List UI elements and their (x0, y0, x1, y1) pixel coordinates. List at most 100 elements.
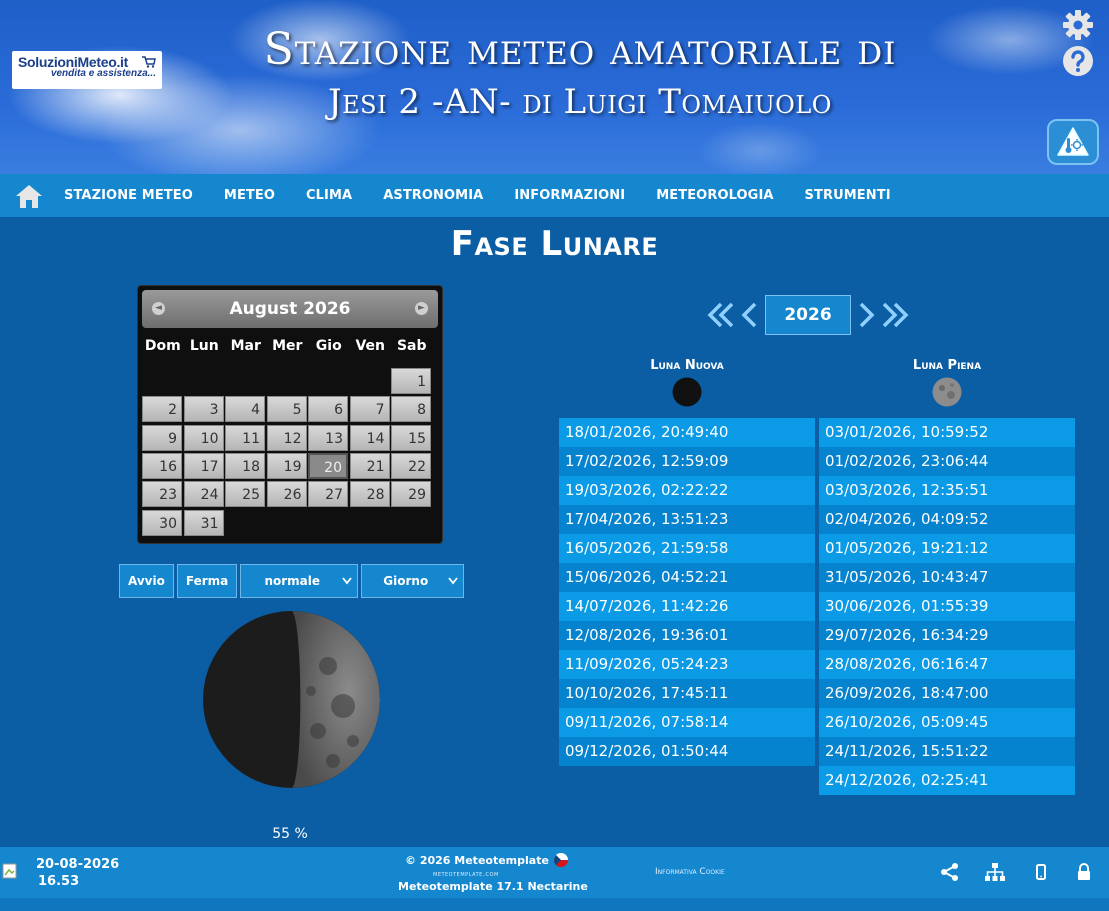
full-moon-date-row: 01/05/2026, 19:21:12 (819, 534, 1075, 563)
new-moon-date-row: 09/12/2026, 01:50:44 (559, 737, 815, 766)
nav-item-clima[interactable]: CLIMA (306, 188, 352, 203)
flag-icon (553, 853, 568, 867)
year-navigator: 2026 (705, 295, 911, 335)
full-moon-date-row: 28/08/2026, 06:16:47 (819, 650, 1075, 679)
calendar-day[interactable]: 18 (225, 452, 265, 479)
calendar-day[interactable]: 10 (183, 424, 224, 451)
step-select-value: Giorno (383, 574, 429, 588)
calendar-day[interactable]: 28 (349, 481, 390, 508)
calendar-day[interactable]: 12 (266, 424, 307, 451)
double-chevron-right-icon[interactable] (879, 299, 911, 331)
footer-strip (0, 898, 1109, 911)
home-icon[interactable] (14, 182, 44, 210)
help-icon[interactable] (1061, 44, 1095, 78)
stop-button[interactable]: Ferma (176, 564, 238, 598)
animation-controls: Avvio Ferma normale Giorno (119, 564, 465, 598)
double-chevron-left-icon[interactable] (705, 299, 737, 331)
new-moon-date-row: 11/09/2026, 05:24:23 (559, 650, 815, 679)
year-display: 2026 (765, 295, 851, 335)
footer-version: Meteotemplate 17.1 Nectarine (398, 880, 588, 893)
cookie-link[interactable]: Informativa Cookie (655, 867, 725, 877)
page-title: Fase Lunare (450, 224, 659, 264)
weekday-label: Dom (144, 338, 181, 354)
new-moon-date-row: 17/04/2026, 13:51:23 (559, 505, 815, 534)
calendar-day[interactable]: 31 (183, 509, 224, 536)
new-moon-icon (672, 377, 702, 407)
calendar-day[interactable]: 26 (266, 481, 307, 508)
calendar-day[interactable]: 17 (183, 452, 224, 479)
calendar-prev-icon[interactable]: ◄ (152, 302, 165, 315)
share-icon[interactable] (940, 862, 960, 882)
speed-select-value: normale (264, 574, 321, 588)
header-banner: SoluzioniMeteo.it vendita e assistenza..… (0, 0, 1109, 174)
calendar-day[interactable]: 1 (391, 368, 431, 394)
calendar-day[interactable]: 20 (308, 452, 348, 479)
calendar-day[interactable]: 25 (225, 481, 265, 508)
calendar-day[interactable]: 11 (225, 424, 265, 451)
calendar-day[interactable]: 9 (142, 424, 182, 451)
new-moon-list: 18/01/2026, 20:49:40 17/02/2026, 12:59:09… (559, 418, 815, 766)
nav-item-informazioni[interactable]: INFORMAZIONI (514, 188, 625, 203)
calendar-day[interactable]: 2 (142, 396, 182, 423)
calendar-day[interactable]: 22 (391, 452, 431, 479)
step-select[interactable]: Giorno (361, 564, 465, 598)
moon-phase-image (203, 611, 380, 788)
station-title: Stazione meteo amatoriale di (263, 24, 897, 75)
footer-date: 20-08-2026 (36, 857, 120, 872)
calendar-day[interactable]: 16 (142, 452, 182, 479)
full-moon-title: Luna Piena (912, 358, 982, 373)
new-moon-date-row: 18/01/2026, 20:49:40 (559, 418, 815, 447)
nav-item-stazione-meteo[interactable]: STAZIONE METEO (64, 188, 193, 203)
calendar-day[interactable]: 6 (308, 396, 348, 423)
calendar-day[interactable]: 8 (391, 396, 431, 423)
gear-icon[interactable] (1061, 8, 1095, 42)
calendar-day[interactable]: 23 (142, 481, 182, 508)
calendar-day[interactable]: 4 (225, 396, 265, 423)
calendar-day[interactable]: 14 (349, 424, 390, 451)
mobile-icon[interactable] (1031, 862, 1051, 882)
nav-item-meteo[interactable]: METEO (224, 188, 275, 203)
calendar-day[interactable]: 13 (308, 424, 348, 451)
calendar-day[interactable]: 7 (349, 396, 390, 423)
calendar-day[interactable]: 3 (183, 396, 224, 423)
main-nav: STAZIONE METEO METEO CLIMA ASTRONOMIA IN… (0, 174, 1109, 217)
start-button[interactable]: Avvio (119, 564, 174, 598)
weekday-label: Lun (189, 338, 219, 354)
calendar-day[interactable]: 21 (349, 452, 390, 479)
chevron-down-icon (342, 577, 352, 585)
station-subtitle: Jesi 2 -AN- di Luigi Tomaiuolo (328, 82, 832, 122)
lock-icon[interactable] (1074, 862, 1094, 882)
calendar-month-title: August 2026 (229, 299, 351, 319)
full-moon-date-row: 26/10/2026, 05:09:45 (819, 708, 1075, 737)
calendar-day[interactable]: 5 (266, 396, 307, 423)
calendar-day[interactable]: 29 (391, 481, 431, 508)
calendar-next-icon[interactable]: ► (415, 302, 428, 315)
footer-time: 16.53 (38, 874, 80, 889)
calendar-day[interactable]: 15 (391, 424, 431, 451)
footer-site[interactable]: meteotemplate.com (433, 870, 499, 878)
full-moon-date-row: 26/09/2026, 18:47:00 (819, 679, 1075, 708)
weekday-label: Mer (272, 338, 303, 354)
sitemap-icon[interactable] (985, 862, 1005, 882)
broken-image-icon (2, 863, 17, 879)
weekday-label: Gio (315, 338, 342, 354)
calendar-day[interactable]: 24 (183, 481, 224, 508)
speed-select[interactable]: normale (240, 564, 359, 598)
nav-item-meteorologia[interactable]: METEOROLOGIA (656, 188, 773, 203)
weekday-label: Mar (230, 338, 261, 354)
new-moon-date-row: 12/08/2026, 19:36:01 (559, 621, 815, 650)
full-moon-date-row: 02/04/2026, 04:09:52 (819, 505, 1075, 534)
copyright-text: © 2026 Meteotemplate (405, 853, 549, 867)
weekday-label: Sab (396, 338, 427, 354)
weather-app-button[interactable] (1047, 119, 1099, 165)
chevron-left-icon[interactable] (737, 299, 761, 331)
nav-item-strumenti[interactable]: STRUMENTI (805, 188, 891, 203)
calendar-day[interactable]: 27 (308, 481, 348, 508)
chevron-right-icon[interactable] (855, 299, 879, 331)
weekday-label: Ven (355, 338, 386, 354)
nav-item-astronomia[interactable]: ASTRONOMIA (383, 188, 483, 203)
new-moon-date-row: 14/07/2026, 11:42:26 (559, 592, 815, 621)
full-moon-date-row: 30/06/2026, 01:55:39 (819, 592, 1075, 621)
calendar-day[interactable]: 30 (142, 509, 182, 536)
calendar-day[interactable]: 19 (266, 452, 307, 479)
